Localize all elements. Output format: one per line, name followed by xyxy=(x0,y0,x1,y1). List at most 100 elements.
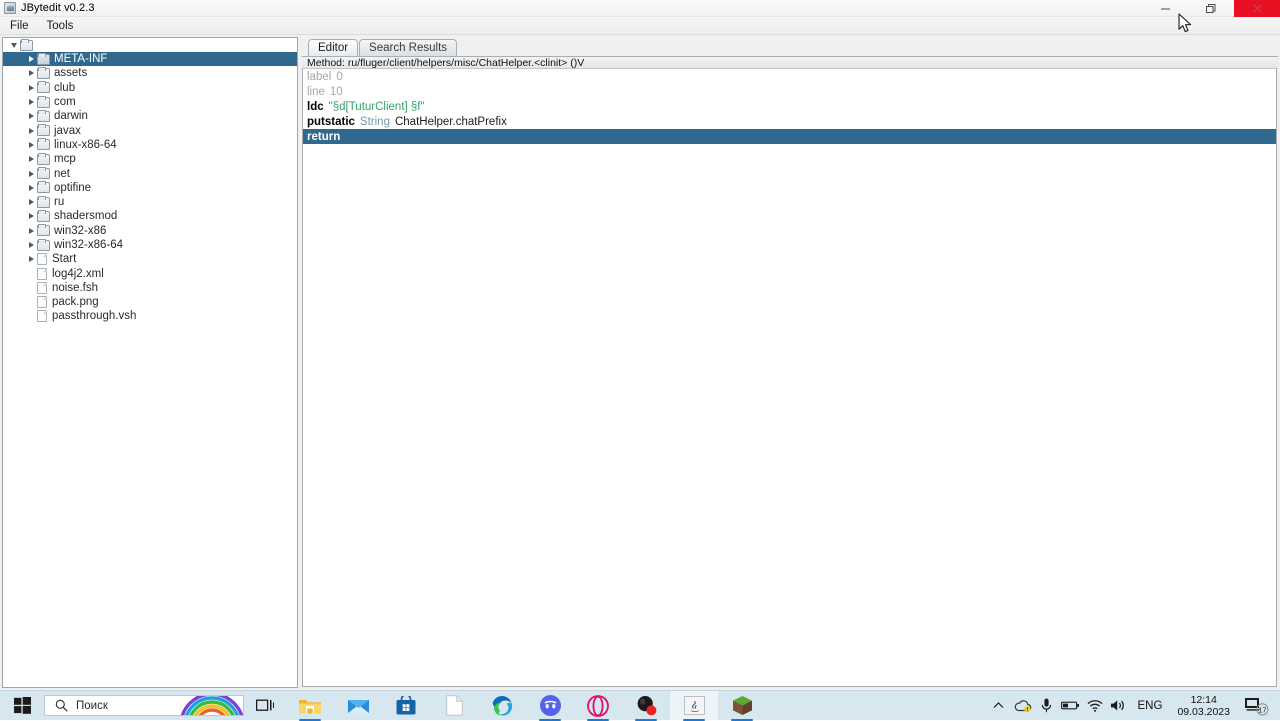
folder-icon xyxy=(37,52,50,65)
tree-node-optifine[interactable]: optifine xyxy=(3,181,297,195)
tree-node-label: noise.fsh xyxy=(52,281,99,294)
show-hidden-icons-button[interactable] xyxy=(987,691,1011,721)
maximize-button[interactable] xyxy=(1188,0,1234,17)
menu-item-file[interactable]: File xyxy=(8,19,31,33)
onedrive-icon xyxy=(1014,700,1031,712)
bytecode-arg-1: "§d[TuturClient] §f" xyxy=(328,100,425,113)
tree-node-label: ru xyxy=(54,196,65,209)
folder-icon xyxy=(37,195,50,208)
chevron-right-icon[interactable] xyxy=(25,227,37,234)
chevron-up-icon xyxy=(993,702,1004,708)
folder-icon xyxy=(37,224,50,237)
battery-tray-button[interactable] xyxy=(1059,691,1083,721)
tree-node-linux-x86-64[interactable]: linux-x86-64 xyxy=(3,138,297,152)
store-icon xyxy=(396,696,416,715)
folder-icon xyxy=(37,81,50,94)
taskbar-app-jbytedit[interactable] xyxy=(670,690,718,721)
taskbar-app-discord[interactable] xyxy=(526,691,574,721)
search-icon xyxy=(55,699,68,712)
tree-node-label: win32-x86 xyxy=(54,224,107,237)
chevron-right-icon[interactable] xyxy=(25,170,37,177)
tree-node-assets[interactable]: assets xyxy=(3,66,297,80)
tab-editor[interactable]: Editor xyxy=(308,39,359,56)
folder-icon xyxy=(37,181,50,194)
taskbar-app-file-explorer[interactable] xyxy=(286,691,334,721)
tab-search-results[interactable]: Search Results xyxy=(359,39,458,56)
taskbar-search[interactable]: Поиск xyxy=(44,695,244,716)
folder-icon xyxy=(37,109,50,122)
folder-icon xyxy=(37,95,50,108)
tree-node-noise-fsh[interactable]: noise.fsh xyxy=(3,281,297,295)
volume-tray-button[interactable] xyxy=(1107,691,1131,721)
tree-node-com[interactable]: com xyxy=(3,95,297,109)
editor-tabstrip: Editor Search Results xyxy=(302,37,1278,56)
chevron-right-icon[interactable] xyxy=(25,213,37,220)
chevron-right-icon[interactable] xyxy=(25,256,37,263)
taskbar-app-minecraft[interactable] xyxy=(718,691,766,721)
chevron-right-icon[interactable] xyxy=(25,242,37,248)
menu-item-tools[interactable]: Tools xyxy=(45,19,76,33)
chevron-right-icon[interactable] xyxy=(25,113,37,120)
wifi-tray-button[interactable] xyxy=(1083,691,1107,721)
tree-node-mcp[interactable]: mcp xyxy=(3,152,297,166)
bytecode-line[interactable]: putstatic String ChatHelper.chatPrefix xyxy=(303,114,1276,129)
bytecode-line[interactable]: return xyxy=(303,129,1276,144)
notification-count: 17 xyxy=(1258,705,1266,714)
tree-node-darwin[interactable]: darwin xyxy=(3,109,297,123)
tree-node-net[interactable]: net xyxy=(3,166,297,180)
tree-node-log4j2-xml[interactable]: log4j2.xml xyxy=(3,266,297,280)
chevron-right-icon[interactable] xyxy=(25,56,37,63)
taskbar-app-microsoft-edge[interactable] xyxy=(478,691,526,721)
tree-node-club[interactable]: club xyxy=(3,81,297,95)
notification-center-button[interactable]: 17 xyxy=(1238,691,1276,721)
folder-icon xyxy=(20,38,33,51)
chevron-right-icon[interactable] xyxy=(25,141,37,148)
onedrive-tray-button[interactable] xyxy=(1011,691,1035,721)
java-icon xyxy=(683,696,705,715)
chevron-right-icon[interactable] xyxy=(25,184,37,191)
chevron-right-icon[interactable] xyxy=(25,199,37,206)
chevron-right-icon[interactable] xyxy=(25,99,37,106)
close-button[interactable] xyxy=(1234,0,1280,17)
tree-node-win32-x86[interactable]: win32-x86 xyxy=(3,224,297,238)
bytecode-line[interactable]: ldc "§d[TuturClient] §f" xyxy=(303,99,1276,114)
minimize-button[interactable] xyxy=(1142,0,1188,17)
task-view-button[interactable] xyxy=(244,691,286,721)
tree-node-ru[interactable]: ru xyxy=(3,195,297,209)
start-button[interactable] xyxy=(0,691,44,721)
notification-icon: 17 xyxy=(1245,697,1269,715)
tree-node-shadersmod[interactable]: shadersmod xyxy=(3,209,297,223)
window-titlebar[interactable]: JBytedit v0.2.3 xyxy=(0,0,1280,17)
tree-node-win32-x86-64[interactable]: win32-x86-64 xyxy=(3,238,297,252)
window-caption-buttons xyxy=(1142,0,1280,17)
taskbar-app-microsoft-store[interactable] xyxy=(382,691,430,721)
taskbar-app-obs-studio[interactable] xyxy=(622,691,670,721)
bytecode-line[interactable]: label 0 xyxy=(303,69,1276,84)
tree-node-meta-inf[interactable]: META-INF xyxy=(3,52,297,67)
tree-node-label: win32-x86-64 xyxy=(54,239,124,251)
chevron-right-icon[interactable] xyxy=(25,156,37,163)
tree-node-pack-png[interactable]: pack.png xyxy=(3,295,297,309)
clock-time: 12:14 xyxy=(1190,693,1217,706)
bytecode-line[interactable]: line 10 xyxy=(303,84,1276,99)
clock[interactable]: 12:14 09.03.2023 xyxy=(1169,694,1238,718)
chevron-right-icon[interactable] xyxy=(25,70,37,77)
chevron-right-icon[interactable] xyxy=(25,84,37,91)
taskbar-app-mail[interactable] xyxy=(334,691,382,721)
taskbar-app-notepad[interactable] xyxy=(430,691,478,721)
tree-node-list: META-INF assets club com darwin javax linux-x8… xyxy=(3,52,297,324)
chevron-down-icon[interactable] xyxy=(8,42,20,48)
tree-node-start[interactable]: Start xyxy=(3,252,297,266)
bytecode-opcode: line xyxy=(307,85,325,98)
tree-node-javax[interactable]: javax xyxy=(3,123,297,137)
tree-node-passthrough-vsh[interactable]: passthrough.vsh xyxy=(3,309,297,323)
tree-root-node[interactable] xyxy=(3,38,297,52)
bytecode-list[interactable]: label 0 line 10 ldc "§d[TuturClient] §f" putst… xyxy=(302,69,1277,687)
language-indicator[interactable]: ENG xyxy=(1131,700,1170,712)
tree-node-label: log4j2.xml xyxy=(52,267,104,280)
microphone-tray-button[interactable] xyxy=(1035,691,1059,721)
taskbar-app-opera-gx[interactable] xyxy=(574,691,622,721)
jar-file-tree[interactable]: META-INF assets club com darwin javax linux-x8… xyxy=(2,37,298,688)
chevron-right-icon[interactable] xyxy=(25,127,37,134)
folder-icon xyxy=(299,699,321,713)
